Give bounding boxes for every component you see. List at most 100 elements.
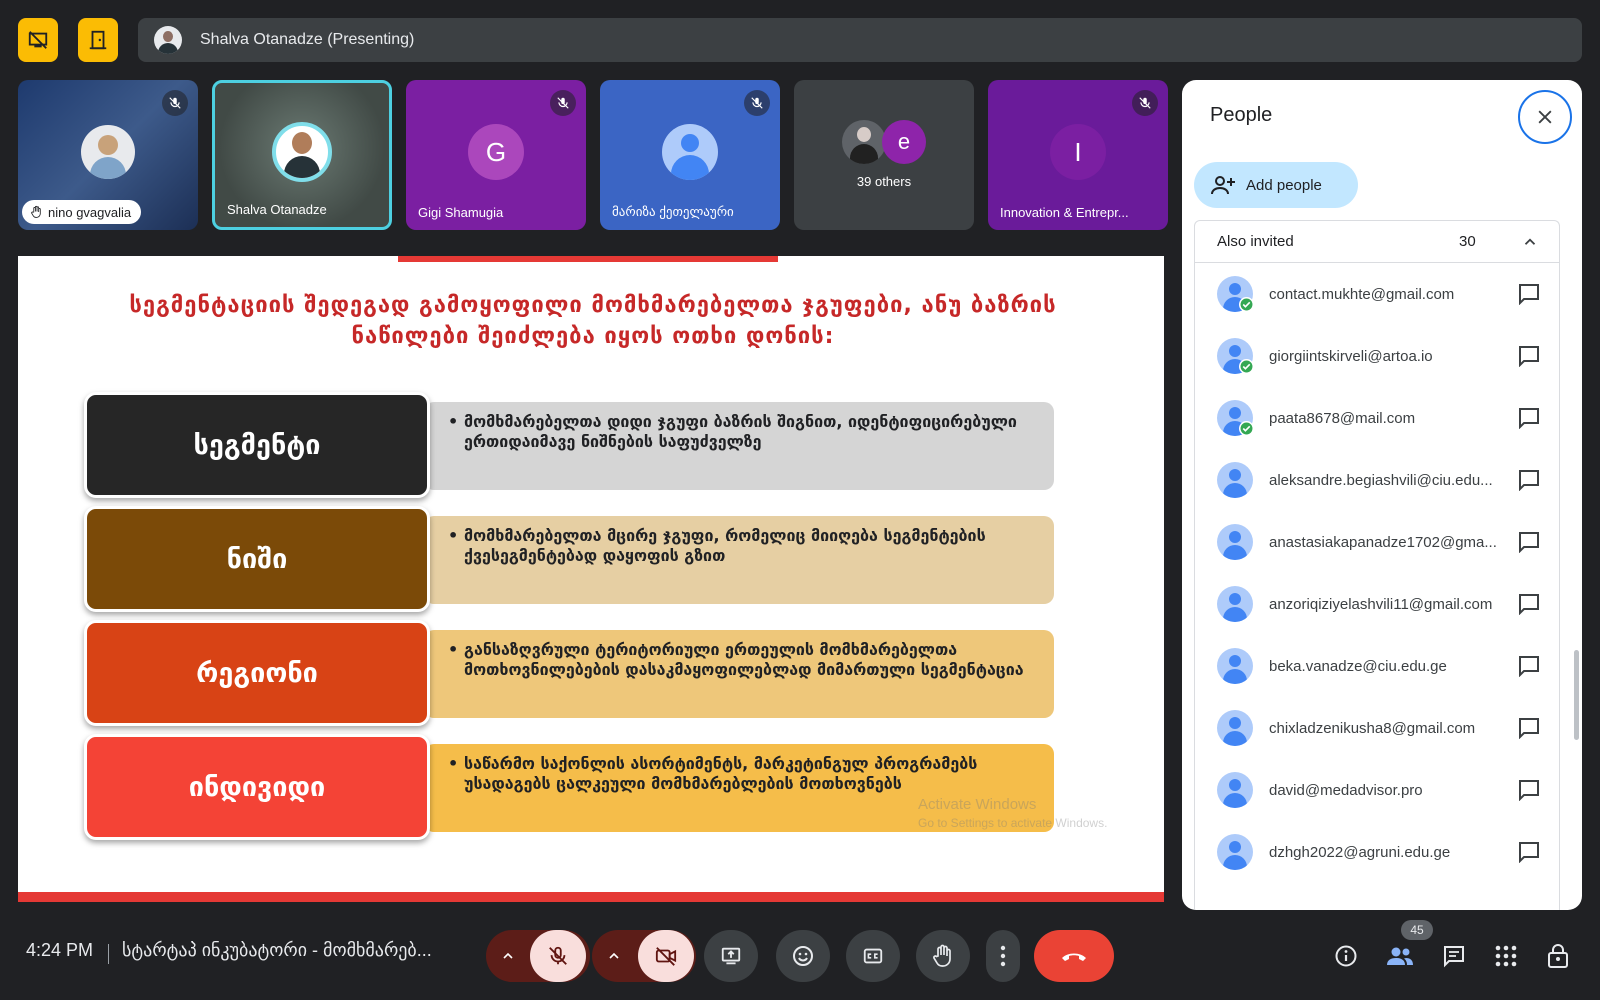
- list-item[interactable]: paata8678@mail.com: [1195, 387, 1559, 449]
- more-vert-icon: [1000, 945, 1006, 967]
- avatar: [662, 124, 718, 180]
- lock-person-icon: [1548, 944, 1568, 968]
- person-email: paata8678@mail.com: [1269, 409, 1416, 427]
- avatar: [842, 120, 886, 164]
- stop-presenting-button[interactable]: [18, 18, 58, 62]
- avatar: [1217, 834, 1253, 870]
- door-icon: [89, 30, 107, 50]
- message-icon[interactable]: [1517, 407, 1541, 434]
- people-panel: People Add people Also invited 30 contac…: [1182, 80, 1582, 910]
- message-icon[interactable]: [1517, 469, 1541, 496]
- person-email: anzoriqiziyelashvili11@gmail.com: [1269, 595, 1493, 613]
- meeting-details-button[interactable]: [1332, 942, 1360, 970]
- presenter-label: Shalva Otanadze (Presenting): [200, 31, 415, 48]
- slide-top-accent: [398, 256, 778, 262]
- avatar: [1217, 524, 1253, 560]
- raise-hand-button[interactable]: [916, 930, 970, 982]
- participant-name: Gigi Shamugia: [418, 205, 504, 220]
- present-button[interactable]: [704, 930, 758, 982]
- mic-toggle-button[interactable]: [530, 930, 586, 982]
- mic-off-icon: [550, 90, 576, 116]
- row-description: მომხმარებელთა დიდი ჯგუფი ბაზრის შიგნით, …: [424, 402, 1054, 490]
- message-icon[interactable]: [1517, 593, 1541, 620]
- list-item[interactable]: aleksandre.begiashvili@ciu.edu...: [1195, 449, 1559, 511]
- call-end-icon: [1062, 953, 1086, 961]
- reactions-button[interactable]: [776, 930, 830, 982]
- others-tile[interactable]: e 39 others: [794, 80, 974, 230]
- slide-row-individual: ინდივიდი საწარმო საქონლის ასორტიმენტს, მ…: [84, 734, 1054, 840]
- mic-off-icon: [162, 90, 188, 116]
- list-item[interactable]: chixladzenikusha8@gmail.com: [1195, 697, 1559, 759]
- row-label: ინდივიდი: [84, 734, 430, 840]
- close-panel-button[interactable]: [1518, 90, 1572, 144]
- row-description: მომხმარებელთა მცირე ჯგუფი, რომელიც მიიღე…: [424, 516, 1054, 604]
- message-icon[interactable]: [1517, 779, 1541, 806]
- list-item[interactable]: david@medadvisor.pro: [1195, 759, 1559, 821]
- list-item[interactable]: giorgiintskirveli@artoa.io: [1195, 325, 1559, 387]
- avatar: I: [1050, 124, 1106, 180]
- message-icon[interactable]: [1517, 283, 1541, 310]
- panel-scrollbar[interactable]: [1574, 650, 1579, 740]
- message-icon[interactable]: [1517, 655, 1541, 682]
- activate-windows-watermark: Activate Windows Go to Settings to activ…: [918, 796, 1108, 830]
- chevron-up-icon: [609, 952, 619, 959]
- accepted-check-icon: [1239, 359, 1254, 374]
- person-email: aleksandre.begiashvili@ciu.edu...: [1269, 471, 1493, 489]
- group-count: 30: [1459, 233, 1476, 250]
- mic-off-icon: [1132, 90, 1158, 116]
- clock: 4:24 PM: [26, 940, 94, 960]
- message-icon[interactable]: [1517, 717, 1541, 744]
- add-people-label: Add people: [1246, 176, 1322, 194]
- divider: [108, 944, 109, 964]
- participant-tile[interactable]: G Gigi Shamugia: [406, 80, 586, 230]
- participant-tile[interactable]: Shalva Otanadze: [212, 80, 392, 230]
- leave-room-button[interactable]: [78, 18, 118, 62]
- emoji-icon: [793, 946, 813, 966]
- participants-count-badge: 45: [1401, 920, 1433, 940]
- people-list: Also invited 30 contact.mukhte@gmail.com…: [1194, 220, 1560, 910]
- raised-hand-chip: nino gvagvalia: [22, 200, 142, 224]
- participant-tile[interactable]: მარიზა ქეთელაური: [600, 80, 780, 230]
- camera-toggle-button[interactable]: [638, 930, 694, 982]
- accepted-check-icon: [1239, 421, 1254, 436]
- message-icon[interactable]: [1517, 345, 1541, 372]
- hand-icon: [31, 205, 41, 218]
- list-item[interactable]: dzhgh2022@agruni.edu.ge: [1195, 821, 1559, 883]
- people-button[interactable]: [1386, 942, 1414, 970]
- panel-title: People: [1210, 104, 1273, 126]
- leave-call-button[interactable]: [1034, 930, 1114, 982]
- avatar: [81, 125, 135, 179]
- person-email: chixladzenikusha8@gmail.com: [1269, 719, 1476, 737]
- message-icon[interactable]: [1517, 531, 1541, 558]
- list-item[interactable]: anzoriqiziyelashvili11@gmail.com: [1195, 573, 1559, 635]
- slide-row-niche: ნიში მომხმარებელთა მცირე ჯგუფი, რომელიც …: [84, 506, 1054, 612]
- also-invited-header[interactable]: Also invited 30: [1195, 221, 1559, 263]
- avatar: e: [882, 120, 926, 164]
- more-options-button[interactable]: [986, 930, 1020, 982]
- add-people-button[interactable]: Add people: [1194, 162, 1358, 208]
- people-icon: [1387, 947, 1413, 965]
- captions-icon: [863, 948, 883, 964]
- avatar: [272, 122, 332, 183]
- host-controls-button[interactable]: [1544, 942, 1572, 970]
- avatar: [1217, 710, 1253, 746]
- participant-name: Shalva Otanadze: [227, 202, 327, 217]
- avatar: [1217, 586, 1253, 622]
- person-email: contact.mukhte@gmail.com: [1269, 285, 1455, 303]
- others-count: 39 others: [856, 174, 912, 189]
- list-item[interactable]: contact.mukhte@gmail.com: [1195, 263, 1559, 325]
- person-email: giorgiintskirveli@artoa.io: [1269, 347, 1433, 365]
- list-item[interactable]: beka.vanadze@ciu.edu.ge: [1195, 635, 1559, 697]
- participant-tile[interactable]: nino gvagvalia: [18, 80, 198, 230]
- slide-title: სეგმენტაციის შედეგად გამოყოფილი მომხმარე…: [129, 293, 1057, 349]
- person-email: beka.vanadze@ciu.edu.ge: [1269, 657, 1447, 675]
- person-email: anastasiakapanadze1702@gma...: [1269, 533, 1497, 551]
- list-item[interactable]: anastasiakapanadze1702@gma...: [1195, 511, 1559, 573]
- row-label: სეგმენტი: [84, 392, 430, 498]
- activities-button[interactable]: [1492, 942, 1520, 970]
- captions-button[interactable]: [846, 930, 900, 982]
- message-icon[interactable]: [1517, 841, 1541, 868]
- avatar: [1217, 462, 1253, 498]
- participant-tile[interactable]: I Innovation & Entrepr...: [988, 80, 1168, 230]
- chat-button[interactable]: [1440, 942, 1468, 970]
